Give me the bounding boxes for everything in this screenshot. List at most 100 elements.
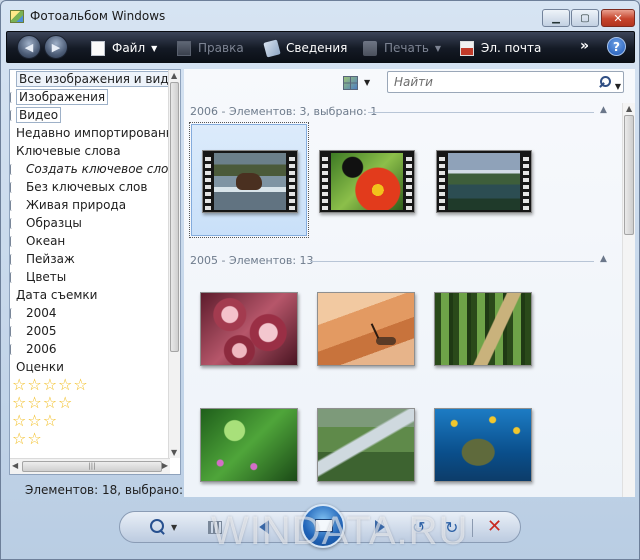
rating-filter-item[interactable]: ☆☆ (10, 430, 170, 448)
video-thumbnail-lake[interactable] (425, 124, 541, 236)
scroll-up-arrow-icon[interactable]: ▲ (171, 71, 177, 80)
nav-item[interactable]: Создать ключевое слово (10, 160, 170, 178)
star-icon: ☆ (12, 393, 28, 412)
scroll-left-arrow-icon[interactable]: ◀ (12, 461, 18, 470)
email-icon (460, 40, 474, 56)
navigation-horizontal-scrollbar[interactable]: ◀ ||| ▶ (10, 458, 170, 474)
nav-item-label: 2006 (26, 342, 57, 356)
close-button[interactable]: ✕ (601, 9, 635, 27)
photo-thumbnail-desert[interactable] (308, 277, 424, 389)
collapse-group-icon[interactable]: ▲ (600, 105, 607, 115)
video-thumbnail-butterfly[interactable] (308, 124, 424, 236)
thumbnail-vertical-scrollbar[interactable]: ▲ (622, 103, 635, 497)
nav-item-label: Изображения (16, 89, 109, 105)
edit-icon (177, 40, 191, 56)
frosted-leaves-image (200, 292, 298, 366)
printer-icon (363, 40, 377, 56)
search-icon[interactable] (599, 75, 613, 89)
edit-button[interactable]: Правка (177, 40, 244, 56)
minimize-button[interactable]: ▁ (542, 9, 570, 27)
rotate-left-icon[interactable]: ↺ (412, 518, 425, 537)
back-button[interactable]: ◀ (17, 35, 41, 59)
nav-item[interactable]: 2004 (10, 304, 170, 322)
scroll-down-arrow-icon[interactable]: ▼ (171, 448, 177, 457)
group-divider (368, 112, 594, 113)
delete-icon[interactable]: ✕ (487, 516, 502, 537)
chevron-down-icon[interactable]: ▼ (615, 77, 621, 97)
nav-item[interactable]: 2006 (10, 340, 170, 358)
scrollbar-thumb[interactable]: ||| (22, 461, 162, 472)
change-view-button[interactable] (339, 73, 361, 93)
nav-item[interactable]: Недавно импортированны (10, 124, 170, 142)
photo-thumbnail-turtle[interactable] (425, 393, 541, 505)
star-icon: ☆ (12, 429, 28, 448)
nav-item-label: Цветы (26, 270, 67, 284)
star-icon: ☆ (27, 429, 43, 448)
forward-button[interactable]: ▶ (44, 35, 68, 59)
video-thumbnail-bear[interactable] (189, 122, 309, 238)
next-arrow-icon[interactable] (375, 520, 385, 534)
star-icon: ☆ (27, 393, 43, 412)
nav-item[interactable]: Океан (10, 232, 170, 250)
rotate-right-icon[interactable]: ↻ (445, 518, 458, 537)
nav-item[interactable]: Оценки (10, 358, 170, 376)
file-menu-button[interactable]: Файл ▼ (91, 40, 157, 56)
nav-item[interactable]: 2005 (10, 322, 170, 340)
nav-item[interactable]: Изображения (10, 88, 170, 106)
tag-icon (10, 308, 13, 319)
tag-icon (10, 92, 13, 103)
nav-item[interactable]: Пейзаж (10, 250, 170, 268)
info-tag-icon (263, 38, 281, 58)
nav-item[interactable]: Все изображения и видео (10, 70, 170, 88)
chevron-down-icon[interactable]: ▼ (171, 523, 177, 532)
rating-filter-item[interactable]: ☆☆☆ (10, 412, 170, 430)
scroll-up-arrow-icon[interactable]: ▲ (626, 104, 632, 113)
help-icon[interactable]: ? (607, 37, 626, 56)
forest-path-image (434, 292, 532, 366)
rating-filter-item[interactable]: ☆☆☆☆ (10, 394, 170, 412)
chevron-down-icon[interactable]: ▼ (364, 78, 370, 87)
maximize-button[interactable]: ▢ (571, 9, 599, 27)
tag-icon (10, 344, 13, 355)
rating-filter-item[interactable]: ☆☆☆☆☆ (10, 376, 170, 394)
zoom-icon[interactable] (150, 519, 166, 535)
collapse-group-icon[interactable]: ▲ (600, 254, 607, 264)
nav-item[interactable]: Видео (10, 106, 170, 124)
play-slideshow-button[interactable] (301, 504, 345, 548)
info-button[interactable]: Сведения (263, 38, 347, 58)
photo-gallery-app-icon[interactable] (10, 10, 24, 23)
scroll-right-arrow-icon[interactable]: ▶ (162, 461, 168, 470)
nav-item[interactable]: Ключевые слова (10, 142, 170, 160)
title-bar[interactable]: Фотоальбом Windows ▁ ▢ ✕ (1, 1, 639, 31)
thumbnail-pane: ▼ Найти ▼ 2006 - Элементов: 3, выбрано: … (184, 69, 635, 497)
navigation-vertical-scrollbar[interactable]: ▲ ▼ (168, 70, 180, 458)
mountain-lake-image (448, 153, 520, 210)
actual-size-icon[interactable] (208, 521, 222, 534)
scrollbar-thumb[interactable] (624, 115, 634, 235)
nav-item[interactable]: Цветы (10, 268, 170, 286)
previous-arrow-icon[interactable] (259, 520, 269, 534)
photo-thumbnail-leaves[interactable] (191, 277, 307, 389)
email-label: Эл. почта (481, 41, 542, 55)
nav-item[interactable]: Дата съемки (10, 286, 170, 304)
group-header-2005[interactable]: 2005 - Элементов: 13 (190, 254, 314, 270)
group-header-2006[interactable]: 2006 - Элементов: 3, выбрано: 1 (190, 105, 377, 121)
nav-item[interactable]: Живая природа (10, 196, 170, 214)
thumbnail-view-icon (342, 76, 358, 90)
nav-item[interactable]: Образцы (10, 214, 170, 232)
star-icon: ☆ (12, 411, 28, 430)
email-button[interactable]: Эл. почта (460, 40, 541, 56)
photo-thumbnail-forest[interactable] (425, 277, 541, 389)
photo-thumbnail-plants[interactable] (191, 393, 307, 505)
scrollbar-thumb[interactable] (170, 82, 179, 352)
nav-item[interactable]: Без ключевых слов (10, 178, 170, 196)
search-placeholder: Найти (394, 75, 433, 89)
star-icon: ☆ (58, 393, 74, 412)
sea-turtle-image (434, 408, 532, 482)
search-input[interactable]: Найти ▼ (387, 71, 624, 93)
photo-thumbnail-creek[interactable] (308, 393, 424, 505)
more-commands-button[interactable]: » (580, 38, 589, 54)
print-button[interactable]: Печать ▼ (363, 40, 441, 56)
nav-item-label: Пейзаж (26, 252, 75, 266)
tag-icon (10, 164, 13, 175)
